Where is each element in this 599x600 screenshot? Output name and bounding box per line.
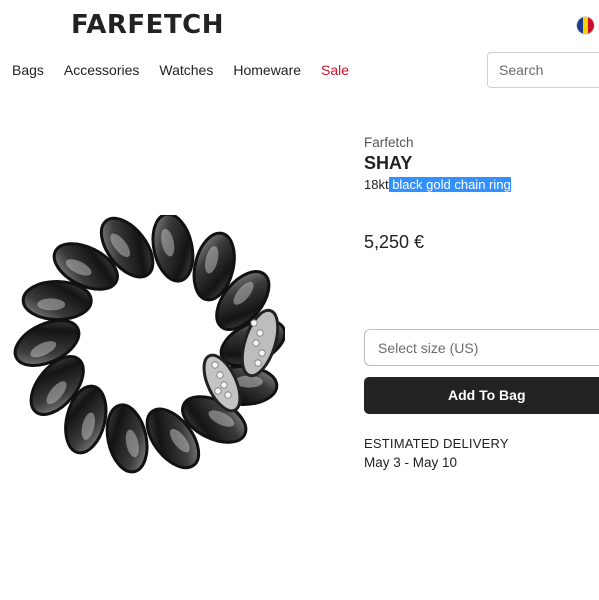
search-input[interactable] — [487, 52, 599, 88]
nav-item-bags[interactable]: Bags — [12, 62, 44, 78]
diamond-stone — [252, 339, 260, 347]
diamond-stone — [256, 329, 264, 337]
diamond-stone — [220, 381, 228, 389]
nav-item-accessories[interactable]: Accessories — [64, 62, 139, 78]
diamond-stone — [254, 359, 262, 367]
diamond-stone — [258, 349, 266, 357]
estimated-delivery-label: ESTIMATED DELIVERY — [364, 436, 509, 451]
nav-item-sale[interactable]: Sale — [321, 62, 349, 78]
chain-ring-image — [13, 215, 285, 474]
nav-item-homeware[interactable]: Homeware — [233, 62, 301, 78]
category-nav: Bags Accessories Watches Homeware Sale — [12, 62, 349, 78]
country-flag-icon[interactable] — [577, 17, 594, 34]
product-description: 18kt black gold chain ring — [364, 177, 511, 192]
flag-stripe-red — [588, 17, 594, 34]
size-select-placeholder: Select size (US) — [378, 339, 479, 356]
product-price: 5,250 € — [364, 232, 425, 252]
add-to-bag-button[interactable]: Add To Bag — [364, 377, 599, 414]
diamond-stone — [224, 391, 232, 399]
diamond-stone — [250, 319, 258, 327]
size-select[interactable]: Select size (US) — [364, 329, 599, 366]
diamond-stone — [211, 361, 219, 369]
product-designer[interactable]: SHAY — [364, 153, 412, 174]
nav-item-watches[interactable]: Watches — [159, 62, 213, 78]
diamond-stone — [216, 371, 224, 379]
diamond-stone — [214, 387, 222, 395]
description-prefix: 18kt — [364, 177, 389, 192]
add-to-bag-label: Add To Bag — [448, 387, 526, 403]
estimated-delivery-dates: May 3 - May 10 — [364, 455, 458, 470]
product-brand: Farfetch — [364, 135, 414, 150]
farfetch-logo[interactable]: FARFETCH — [71, 10, 224, 40]
description-selected-text: black gold chain ring — [388, 177, 511, 192]
